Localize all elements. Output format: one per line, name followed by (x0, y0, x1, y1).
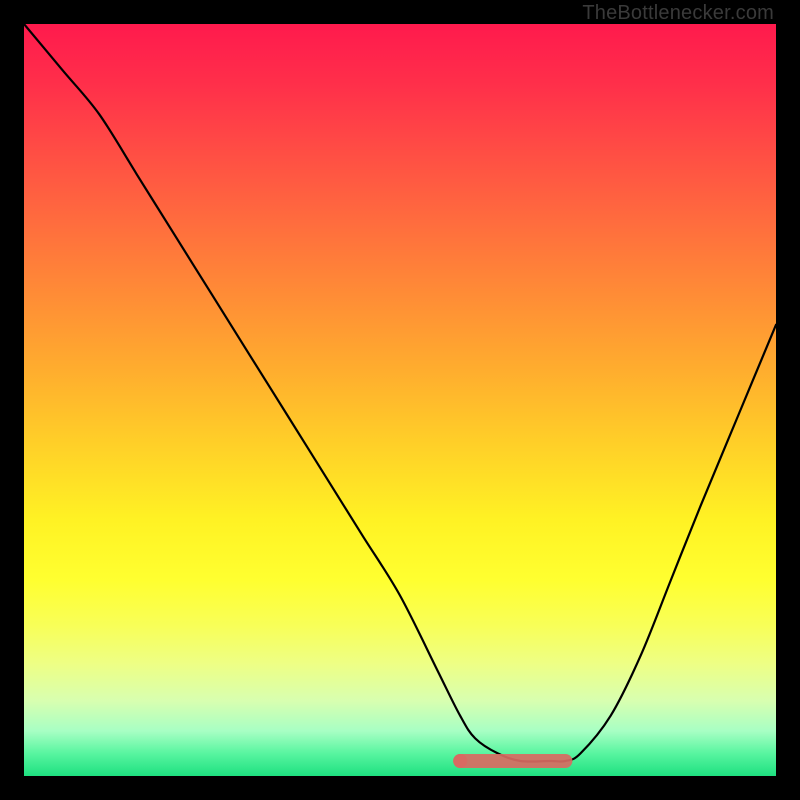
attribution-label: TheBottlenecker.com (582, 2, 774, 25)
bottleneck-curve (24, 24, 776, 762)
optimal-start-dot (453, 754, 467, 768)
curve-svg (24, 24, 776, 776)
plot-area (24, 24, 776, 776)
chart-frame: TheBottlenecker.com (0, 0, 800, 800)
